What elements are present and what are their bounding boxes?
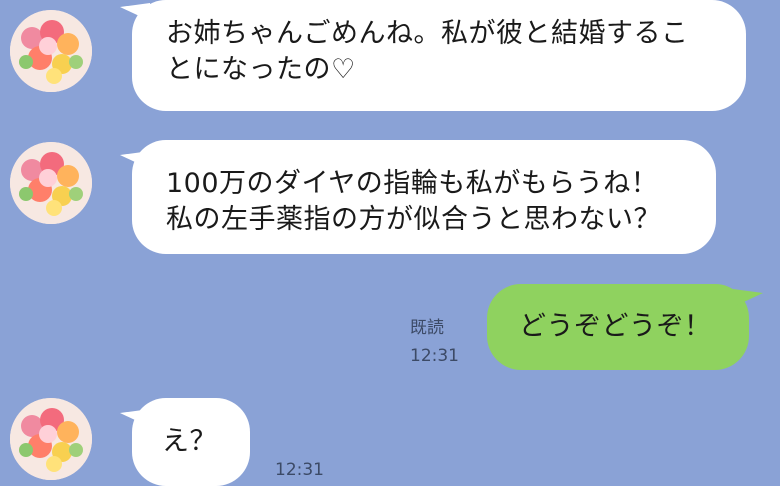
message-bubble[interactable]: 100万のダイヤの指輪も私がもらうね！ 私の左手薬指の方が似合うと思わない？ (120, 137, 716, 254)
message-text: お姉ちゃんごめんね。私が彼と結婚するこ とになったの♡ (166, 18, 689, 85)
bubble-tail (733, 275, 763, 307)
chat-area[interactable]: お姉ちゃんごめんね。私が彼と結婚するこ とになったの♡ 100万のダイヤの指輪も… (0, 0, 780, 486)
avatar[interactable] (10, 142, 92, 224)
message-bubble[interactable]: え？ (120, 395, 250, 486)
message-text: 100万のダイヤの指輪も私がもらうね！ 私の左手薬指の方が似合うと思わない？ (166, 168, 661, 235)
message-bubble[interactable]: どうぞどうぞ！ (487, 275, 763, 370)
timestamp: 12:31 (410, 346, 459, 366)
timestamp: 12:31 (275, 460, 324, 480)
read-receipt: 既読 (410, 318, 444, 338)
avatar[interactable] (10, 10, 92, 92)
bubble-tail (120, 0, 150, 21)
flower-bouquet-icon (10, 398, 92, 480)
bubble-tail (120, 137, 150, 169)
flower-bouquet-icon (10, 142, 92, 224)
message-bubble[interactable]: お姉ちゃんごめんね。私が彼と結婚するこ とになったの♡ (120, 0, 746, 111)
message-text: どうぞどうぞ！ (519, 311, 712, 342)
avatar[interactable] (10, 398, 92, 480)
bubble-tail (120, 395, 150, 427)
flower-bouquet-icon (10, 10, 92, 92)
message-text: え？ (162, 426, 217, 457)
